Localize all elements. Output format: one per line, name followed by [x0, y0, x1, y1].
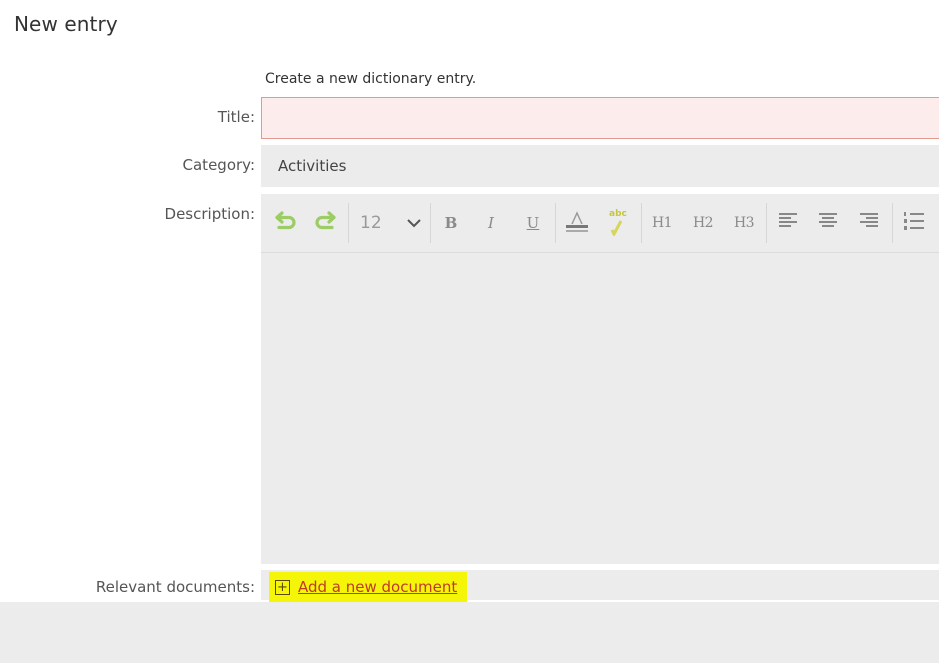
- page-title: New entry: [14, 12, 118, 36]
- heading-1-button[interactable]: H1: [647, 206, 677, 240]
- undo-icon: [273, 208, 299, 238]
- ordered-list-button[interactable]: [899, 206, 929, 240]
- title-label: Title:: [217, 108, 255, 126]
- align-center-icon: [818, 212, 838, 234]
- description-text-area[interactable]: [261, 254, 939, 564]
- underline-button[interactable]: U: [519, 206, 547, 240]
- toolbar-separator: [348, 203, 349, 243]
- toolbar-separator: [766, 203, 767, 243]
- bold-button[interactable]: B: [437, 206, 465, 240]
- ordered-list-icon: [903, 210, 925, 236]
- description-label: Description:: [164, 205, 255, 223]
- category-field[interactable]: Activities: [261, 145, 939, 187]
- toolbar-separator: [641, 203, 642, 243]
- font-size-value: 12: [360, 213, 382, 233]
- form-intro: Create a new dictionary entry.: [265, 71, 477, 87]
- category-label: Category:: [182, 156, 255, 174]
- text-color-button[interactable]: [561, 206, 593, 240]
- heading-2-button[interactable]: H2: [688, 206, 718, 240]
- redo-button[interactable]: [308, 206, 342, 240]
- documents-label: Relevant documents:: [95, 578, 255, 596]
- align-left-button[interactable]: [774, 206, 802, 240]
- toolbar-separator: [555, 203, 556, 243]
- font-size-select[interactable]: 12: [354, 206, 428, 240]
- text-color-icon: [564, 208, 590, 238]
- plus-square-icon: +: [275, 579, 290, 595]
- heading-3-button[interactable]: H3: [729, 206, 759, 240]
- add-document-link[interactable]: Add a new document: [298, 578, 457, 596]
- chevron-down-icon: [406, 214, 422, 233]
- italic-button[interactable]: I: [477, 206, 505, 240]
- toolbar-separator: [430, 203, 431, 243]
- align-right-button[interactable]: [855, 206, 883, 240]
- title-input[interactable]: [261, 97, 939, 139]
- align-left-icon: [778, 212, 798, 234]
- redo-icon: [312, 208, 338, 238]
- toolbar-separator: [892, 203, 893, 243]
- footer-bar: [0, 602, 939, 663]
- align-right-icon: [859, 212, 879, 234]
- spellcheck-button[interactable]: abc: [601, 206, 633, 240]
- align-center-button[interactable]: [814, 206, 842, 240]
- editor-toolbar: 12 B I U abc H1 H2 H3: [261, 194, 939, 253]
- undo-button[interactable]: [269, 206, 303, 240]
- spellcheck-icon: abc: [604, 209, 630, 236]
- add-document-button[interactable]: + Add a new document: [269, 572, 467, 602]
- description-editor[interactable]: 12 B I U abc H1 H2 H3: [261, 194, 939, 564]
